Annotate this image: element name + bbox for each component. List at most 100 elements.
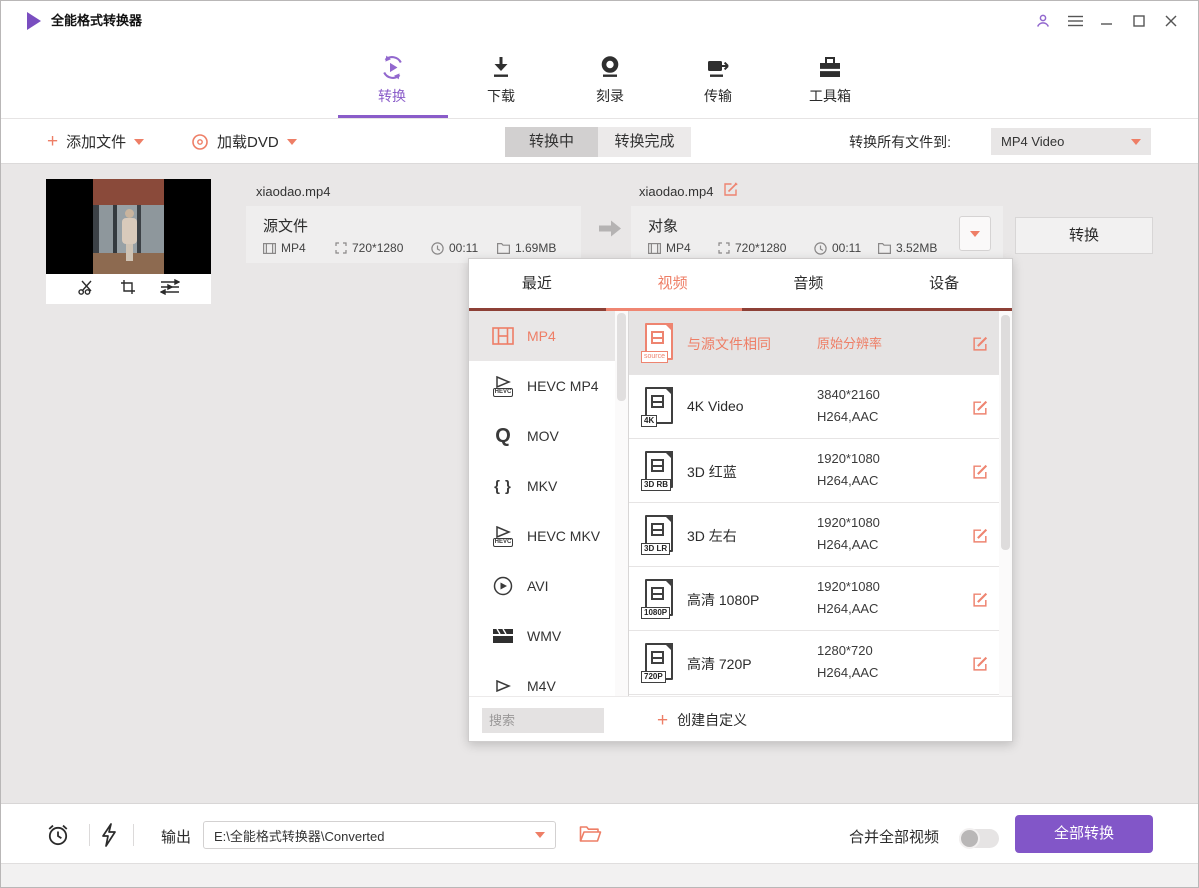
edit-preset-icon[interactable]: [972, 591, 989, 613]
effects-icon[interactable]: [160, 279, 180, 300]
preset-3d-rb[interactable]: 3D RB 3D 红蓝 1920*1080 H264,AAC: [629, 439, 1012, 503]
divider: [133, 824, 134, 846]
format-label: MOV: [527, 428, 559, 444]
tab-converting[interactable]: 转换中: [505, 127, 598, 157]
mp4-film-icon: [491, 324, 515, 348]
target-format: MP4: [666, 241, 691, 255]
high-speed-icon[interactable]: [101, 823, 117, 852]
preset-1080p[interactable]: 1080P 高清 1080P 1920*1080 H264,AAC: [629, 567, 1012, 631]
merge-videos-label: 合并全部视频: [849, 826, 939, 847]
rename-icon[interactable]: [723, 181, 739, 202]
nav-tab-download[interactable]: 下载: [446, 51, 556, 106]
edit-preset-icon[interactable]: [972, 527, 989, 549]
search-input[interactable]: [482, 708, 604, 733]
nav-tab-toolbox[interactable]: 工具箱: [775, 51, 885, 106]
format-label: MP4: [527, 328, 556, 344]
minimize-button[interactable]: [1098, 12, 1116, 30]
load-dvd-button[interactable]: 加载DVD: [191, 119, 297, 164]
preset-720p[interactable]: 720P 高清 720P 1280*720 H264,AAC: [629, 631, 1012, 695]
maximize-button[interactable]: [1130, 12, 1148, 30]
hevc-play-icon: HEVC: [491, 374, 515, 398]
file-size-icon: [497, 243, 510, 254]
format-item-m4v[interactable]: M4V: [469, 661, 615, 696]
edit-preset-icon[interactable]: [972, 655, 989, 677]
format-picker-panel: 最近 视频 音频 设备 MP4: [468, 258, 1013, 742]
preset-list-scrollbar[interactable]: [999, 311, 1012, 696]
panel-tab-audio[interactable]: 音频: [741, 259, 877, 308]
format-label: M4V: [527, 678, 556, 694]
toolbox-icon: [775, 51, 885, 81]
schedule-icon[interactable]: [45, 822, 71, 853]
matroska-icon: { }: [491, 474, 515, 498]
menu-icon[interactable]: [1066, 12, 1084, 30]
format-item-mp4[interactable]: MP4: [469, 311, 615, 361]
format-item-hevc-mkv[interactable]: HEVC HEVC MKV: [469, 511, 615, 561]
format-item-avi[interactable]: AVI: [469, 561, 615, 611]
resolution-icon: [718, 242, 730, 254]
chevron-down-icon: [535, 832, 545, 838]
format-label: WMV: [527, 628, 561, 644]
nav-tab-transfer[interactable]: 传输: [663, 51, 773, 106]
source-size: 1.69MB: [515, 241, 556, 255]
target-size: 3.52MB: [896, 241, 937, 255]
edit-preset-icon[interactable]: [972, 335, 989, 357]
primary-nav: 转换 下载 刻录: [1, 41, 1198, 119]
chevron-down-icon: [287, 139, 297, 145]
preset-3d-lr[interactable]: 3D LR 3D 左右 1920*1080 H264,AAC: [629, 503, 1012, 567]
output-format-select[interactable]: MP4 Video: [991, 128, 1151, 155]
bottom-bar: 输出 E:\全能格式转换器\Converted 合并全部视频 全部转换: [1, 803, 1198, 863]
format-list-scrollbar[interactable]: [615, 311, 628, 696]
preset-doc-icon: 720P: [645, 643, 673, 680]
format-item-hevc-mp4[interactable]: HEVC HEVC MP4: [469, 361, 615, 411]
target-format-dropdown-button[interactable]: [959, 216, 991, 251]
duration-icon: [814, 242, 827, 255]
output-path-select[interactable]: E:\全能格式转换器\Converted: [203, 821, 556, 849]
format-item-mov[interactable]: Q MOV: [469, 411, 615, 461]
video-thumbnail: [46, 179, 211, 274]
format-label: MKV: [527, 478, 557, 494]
preset-4k[interactable]: 4K 4K Video 3840*2160 H264,AAC: [629, 375, 1012, 439]
app-window: 全能格式转换器: [0, 0, 1199, 888]
nav-tab-burn[interactable]: 刻录: [555, 51, 665, 106]
add-files-button[interactable]: + 添加文件: [47, 119, 144, 164]
preset-same-as-source[interactable]: source 与源文件相同 原始分辨率: [629, 311, 1012, 375]
target-resolution: 720*1280: [735, 241, 786, 255]
nav-tab-label: 转换: [337, 86, 447, 106]
panel-tab-device[interactable]: 设备: [876, 259, 1012, 308]
source-duration: 00:11: [449, 241, 478, 255]
format-label: HEVC MKV: [527, 528, 600, 544]
plus-icon: +: [47, 132, 58, 151]
toolbar: + 添加文件 加载DVD 转换中 转换完成 转换所有文件到: MP4 Video: [1, 119, 1198, 164]
target-info-box: 对象 MP4 720*1280: [631, 206, 1003, 263]
merge-videos-toggle[interactable]: [959, 829, 999, 848]
open-folder-icon[interactable]: [579, 825, 602, 848]
account-icon[interactable]: [1034, 12, 1052, 30]
edit-preset-icon[interactable]: [972, 399, 989, 421]
convert-state-tabs: 转换中 转换完成: [505, 127, 691, 157]
preset-doc-icon: 1080P: [645, 579, 673, 616]
trim-icon[interactable]: [78, 279, 96, 300]
active-nav-underline: [338, 115, 448, 118]
video-thumbnail-block: [46, 179, 211, 304]
window-footer-strip: [1, 863, 1198, 888]
panel-tab-video[interactable]: 视频: [605, 259, 741, 308]
clip-actions: [46, 274, 211, 304]
close-button[interactable]: [1162, 12, 1180, 30]
edit-preset-icon[interactable]: [972, 463, 989, 485]
source-preset-icon: source: [645, 323, 673, 360]
convert-all-button[interactable]: 全部转换: [1015, 815, 1153, 853]
create-custom-button[interactable]: + 创建自定义: [657, 710, 747, 730]
crop-icon[interactable]: [120, 279, 136, 300]
panel-tab-recent[interactable]: 最近: [469, 259, 605, 308]
tab-converted[interactable]: 转换完成: [598, 127, 691, 157]
format-item-wmv[interactable]: WMV: [469, 611, 615, 661]
video-frame-art: [93, 179, 164, 274]
format-item-mkv[interactable]: { } MKV: [469, 461, 615, 511]
download-icon: [446, 51, 556, 81]
duration-icon: [431, 242, 444, 255]
file-size-icon: [878, 243, 891, 254]
nav-tab-convert[interactable]: 转换: [337, 51, 447, 106]
source-format: MP4: [281, 241, 306, 255]
panel-footer: + 创建自定义: [469, 696, 1012, 743]
convert-row-button[interactable]: 转换: [1015, 217, 1153, 254]
